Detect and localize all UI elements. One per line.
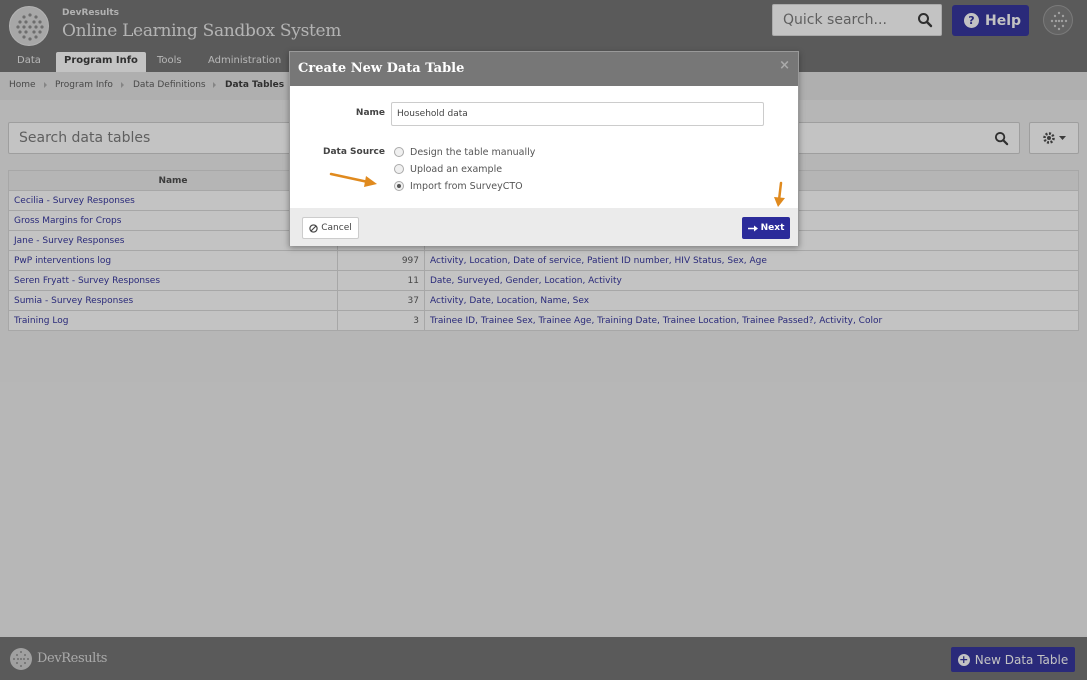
- radio-button[interactable]: [394, 164, 404, 174]
- radio-option-label: Design the table manually: [410, 146, 536, 158]
- radio-button[interactable]: [394, 147, 404, 157]
- radio-button-selected[interactable]: [394, 181, 404, 191]
- cancel-button[interactable]: Cancel: [302, 217, 359, 239]
- cancel-label: Cancel: [321, 223, 352, 233]
- annotation-arrow-icon: [774, 181, 785, 207]
- close-icon[interactable]: ×: [779, 58, 790, 73]
- dialog-header: Create New Data Table ×: [290, 52, 798, 86]
- next-button[interactable]: Next: [742, 217, 790, 239]
- arrow-right-icon: [747, 225, 758, 231]
- next-label: Next: [760, 223, 785, 233]
- table-name-field[interactable]: [391, 102, 764, 126]
- dialog-footer: Cancel Next: [290, 208, 798, 246]
- dialog-title: Create New Data Table: [298, 61, 465, 76]
- radio-option-upload-example[interactable]: Upload an example: [394, 162, 502, 176]
- name-label: Name: [355, 108, 385, 118]
- data-source-label: Data Source: [322, 147, 385, 157]
- radio-option-label: Import from SurveyCTO: [410, 180, 523, 192]
- annotation-arrow-icon: [329, 172, 377, 187]
- radio-option-design-manually[interactable]: Design the table manually: [394, 145, 535, 159]
- radio-option-import-surveycto[interactable]: Import from SurveyCTO: [394, 179, 523, 193]
- create-data-table-dialog: Create New Data Table × Name Data Source…: [289, 51, 799, 246]
- ban-icon: [309, 223, 318, 233]
- radio-option-label: Upload an example: [410, 163, 503, 175]
